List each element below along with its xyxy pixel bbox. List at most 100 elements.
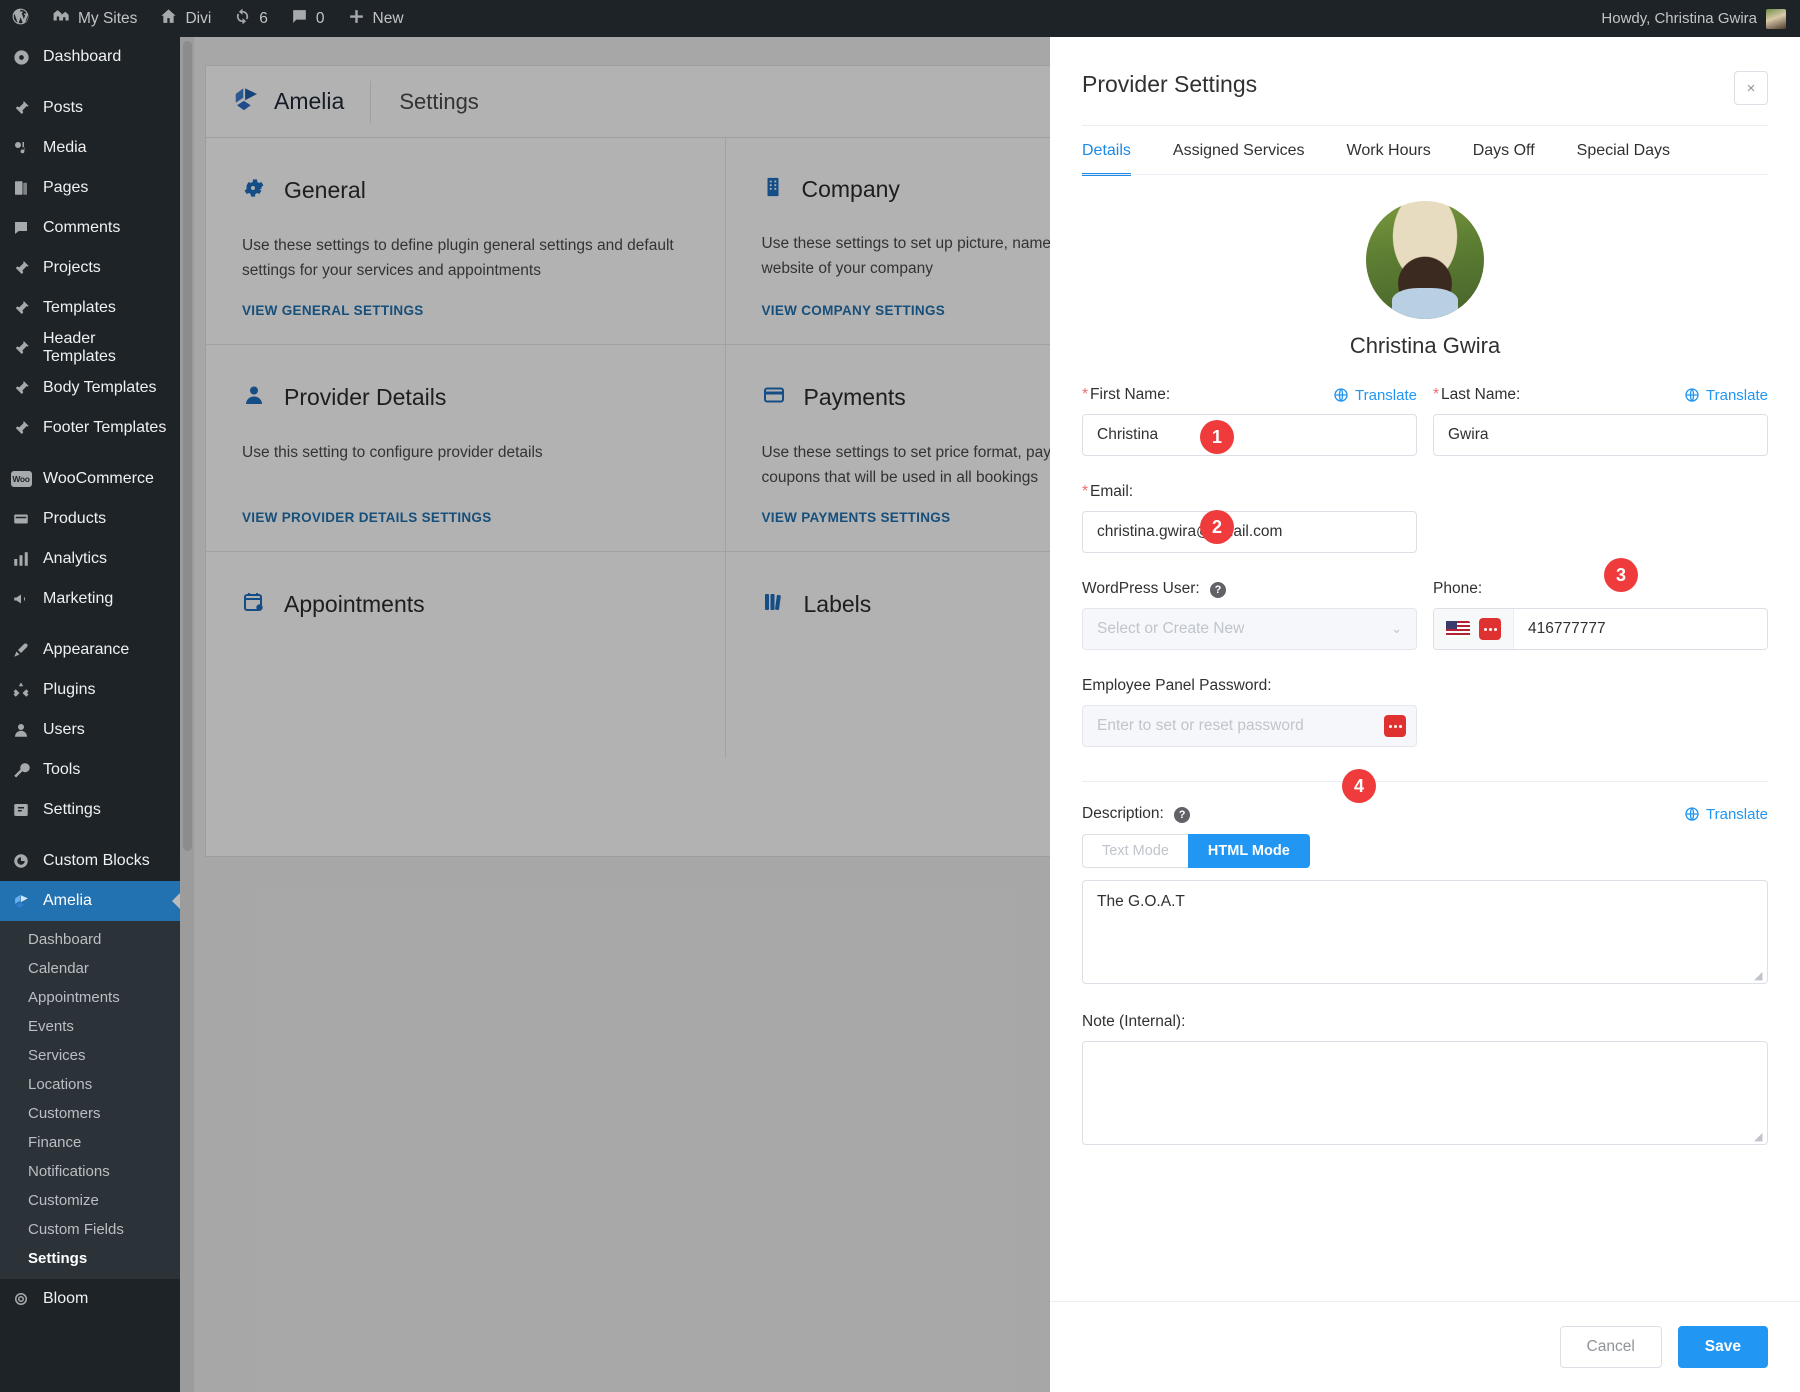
sidebar-item-analytics[interactable]: Analytics [0,539,180,579]
translate-last-name[interactable]: Translate [1684,387,1768,404]
adminbar-item-my-sites[interactable]: My Sites [41,0,148,37]
chevron-down-icon: ⌄ [1391,621,1402,637]
globe-icon [1684,806,1700,822]
translate-label: Translate [1355,387,1417,404]
adminbar-account[interactable]: Howdy, Christina Gwira [1601,9,1800,29]
sidebar-item-header-templates[interactable]: Header Templates [0,328,180,368]
adminbar-item-new[interactable]: New [336,0,415,37]
employee-password-field[interactable]: Enter to set or reset password [1082,705,1417,747]
sidebar-item-amelia[interactable]: Amelia [0,881,180,921]
sidebar-item-pages[interactable]: Pages [0,168,180,208]
sidebar-item-posts[interactable]: Posts [0,88,180,128]
sidebar-item-appearance[interactable]: Appearance [0,630,180,670]
avatar [1766,9,1786,29]
required-mark: * [1082,483,1088,500]
help-icon[interactable]: ? [1210,582,1226,598]
employee-password-row-spacer [1433,676,1768,747]
sidebar-item-comments[interactable]: Comments [0,208,180,248]
amelia-submenu-custom-fields[interactable]: Custom Fields [0,1215,180,1244]
adminbar-item-comments[interactable]: 0 [279,0,336,37]
avatar-shirt [1392,288,1458,319]
adminbar-label-new: New [373,10,404,28]
html-mode-button[interactable]: HTML Mode [1188,834,1310,868]
sidebar-label-marketing: Marketing [43,590,113,608]
sidebar-label-posts: Posts [43,99,83,117]
sidebar-label-footer-templates: Footer Templates [43,419,166,437]
phone-country-selector[interactable] [1434,609,1514,649]
pin-icon [10,257,32,279]
amelia-submenu-calendar[interactable]: Calendar [0,954,180,983]
tab-assigned-services[interactable]: Assigned Services [1173,126,1305,175]
amelia-submenu-notifications[interactable]: Notifications [0,1157,180,1186]
howdy-label: Howdy, Christina Gwira [1601,10,1757,27]
avatar[interactable] [1366,201,1484,319]
sidebar-item-media[interactable]: Media [0,128,180,168]
amelia-submenu-services[interactable]: Services [0,1041,180,1070]
updates-icon [233,7,252,30]
amelia-submenu-dashboard[interactable]: Dashboard [0,925,180,954]
sidebar-label-bloom: Bloom [43,1290,88,1308]
sidebar-item-templates[interactable]: Templates [0,288,180,328]
sidebar-item-marketing[interactable]: Marketing [0,579,180,619]
sidebar-item-settings[interactable]: Settings [0,790,180,830]
sidebar-item-custom-blocks[interactable]: Custom Blocks [0,841,180,881]
amelia-submenu-events[interactable]: Events [0,1012,180,1041]
resize-handle[interactable]: ◢ [1754,1132,1764,1142]
tab-details[interactable]: Details [1082,126,1131,175]
phone-group: Phone: 416777777 [1433,579,1768,650]
translate-first-name[interactable]: Translate [1333,387,1417,404]
sidebar-item-tools[interactable]: Tools [0,750,180,790]
media-icon [10,137,32,159]
sidebar-item-dashboard[interactable]: Dashboard [0,37,180,77]
description-textarea[interactable]: The G.O.A.T ◢ [1082,880,1768,984]
note-label-row: Note (Internal): [1082,1012,1768,1032]
phone-value: 416777777 [1514,620,1620,638]
sidebar-item-users[interactable]: Users [0,710,180,750]
adminbar-item-divi[interactable]: Divi [148,0,222,37]
help-icon[interactable]: ? [1174,807,1190,823]
amelia-submenu-locations[interactable]: Locations [0,1070,180,1099]
adminbar-item-wordpress[interactable] [0,0,41,37]
settings-icon [10,799,32,821]
sidebar-label-templates: Templates [43,299,116,317]
cancel-button[interactable]: Cancel [1560,1326,1662,1368]
drawer-header: Provider Settings × [1050,37,1800,105]
amelia-submenu-customize[interactable]: Customize [0,1186,180,1215]
wordpress-user-select[interactable]: Select or Create New ⌄ [1082,608,1417,650]
translate-label: Translate [1706,806,1768,823]
text-mode-button[interactable]: Text Mode [1082,834,1188,868]
last-name-input[interactable]: Gwira [1433,414,1768,456]
sidebar-item-products[interactable]: Products [0,499,180,539]
amelia-submenu-appointments[interactable]: Appointments [0,983,180,1012]
dots-icon[interactable] [1384,715,1406,737]
note-textarea[interactable]: ◢ [1082,1041,1768,1145]
tools-icon [10,759,32,781]
sidebar-label-tools: Tools [43,761,80,779]
translate-description[interactable]: Translate [1684,806,1768,823]
tab-special-days[interactable]: Special Days [1577,126,1670,175]
tab-work-hours[interactable]: Work Hours [1347,126,1431,175]
sidebar-item-body-templates[interactable]: Body Templates [0,368,180,408]
woo-icon: Woo [10,468,32,490]
email-group: *Email: christina.gwira@gmail.com [1082,482,1417,553]
sidebar-item-projects[interactable]: Projects [0,248,180,288]
adminbar-item-updates[interactable]: 6 [222,0,279,37]
sidebar-item-woocommerce[interactable]: Woo WooCommerce [0,459,180,499]
phone-field[interactable]: 416777777 [1433,608,1768,650]
sidebar-label-media: Media [43,139,87,157]
bloom-icon [10,1288,32,1310]
home-icon [159,7,178,30]
email-field[interactable]: christina.gwira@gmail.com [1082,511,1417,553]
resize-handle[interactable]: ◢ [1754,971,1764,981]
sidebar-item-plugins[interactable]: Plugins [0,670,180,710]
sidebar-item-footer-templates[interactable]: Footer Templates [0,408,180,448]
tab-days-off[interactable]: Days Off [1473,126,1535,175]
pin-icon [10,97,32,119]
first-name-input[interactable]: Christina [1082,414,1417,456]
amelia-submenu-settings[interactable]: Settings [0,1244,180,1273]
close-icon[interactable]: × [1734,71,1768,105]
save-button[interactable]: Save [1678,1326,1768,1368]
sidebar-item-bloom[interactable]: Bloom [0,1279,180,1319]
amelia-submenu-finance[interactable]: Finance [0,1128,180,1157]
amelia-submenu-customers[interactable]: Customers [0,1099,180,1128]
